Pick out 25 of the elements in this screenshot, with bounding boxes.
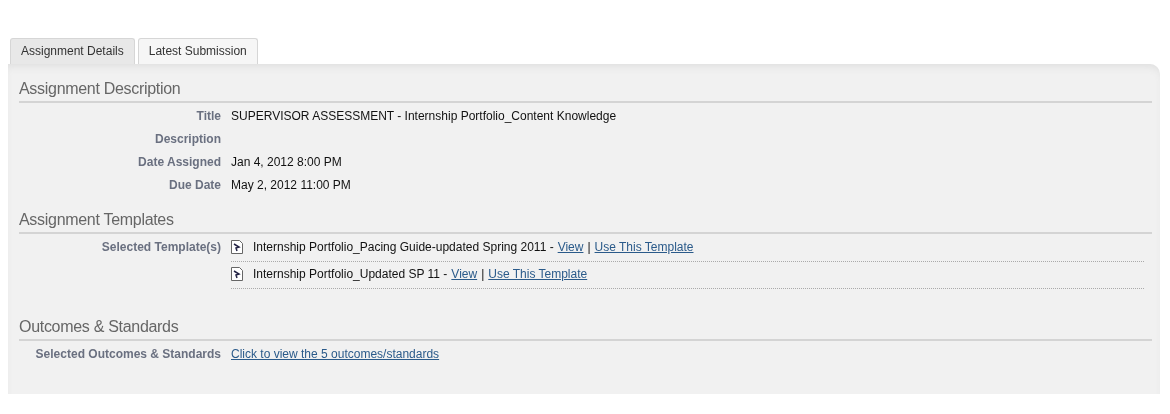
view-link[interactable]: View bbox=[557, 240, 584, 254]
link-separator: | bbox=[481, 267, 485, 281]
field-value: Jan 4, 2012 8:00 PM bbox=[231, 155, 342, 169]
template-name: Internship Portfolio_Updated SP 11 - bbox=[253, 267, 448, 281]
template-name: Internship Portfolio_Pacing Guide-updated Spring 2011 - bbox=[253, 240, 554, 254]
use-template-link[interactable]: Use This Template bbox=[594, 240, 694, 254]
field-label: Due Date bbox=[168, 178, 222, 193]
field-value: May 2, 2012 11:00 PM bbox=[231, 178, 351, 192]
tab[interactable]: Assignment Details bbox=[10, 38, 135, 64]
section-heading: Assignment Templates bbox=[19, 211, 1152, 234]
field-label: Title bbox=[195, 109, 222, 124]
view-link[interactable]: View bbox=[451, 267, 478, 281]
section-heading: Outcomes & Standards bbox=[19, 318, 1152, 341]
use-template-link[interactable]: Use This Template bbox=[488, 267, 588, 281]
field-label: Selected Outcomes & Standards bbox=[34, 347, 222, 362]
section-heading: Assignment Description bbox=[19, 80, 1152, 103]
document-icon bbox=[231, 240, 243, 254]
field-label: Date Assigned bbox=[137, 155, 222, 170]
outcomes-link[interactable]: Click to view the 5 outcomes/standards bbox=[231, 347, 440, 361]
field-value: SUPERVISOR ASSESSMENT - Internship Portfolio_Content Knowledge bbox=[231, 109, 617, 123]
link-separator: | bbox=[587, 240, 591, 254]
document-icon bbox=[231, 267, 243, 281]
field-label: Description bbox=[154, 132, 222, 147]
tab[interactable]: Latest Submission bbox=[137, 38, 258, 64]
field-label: Selected Template(s) bbox=[100, 239, 222, 255]
